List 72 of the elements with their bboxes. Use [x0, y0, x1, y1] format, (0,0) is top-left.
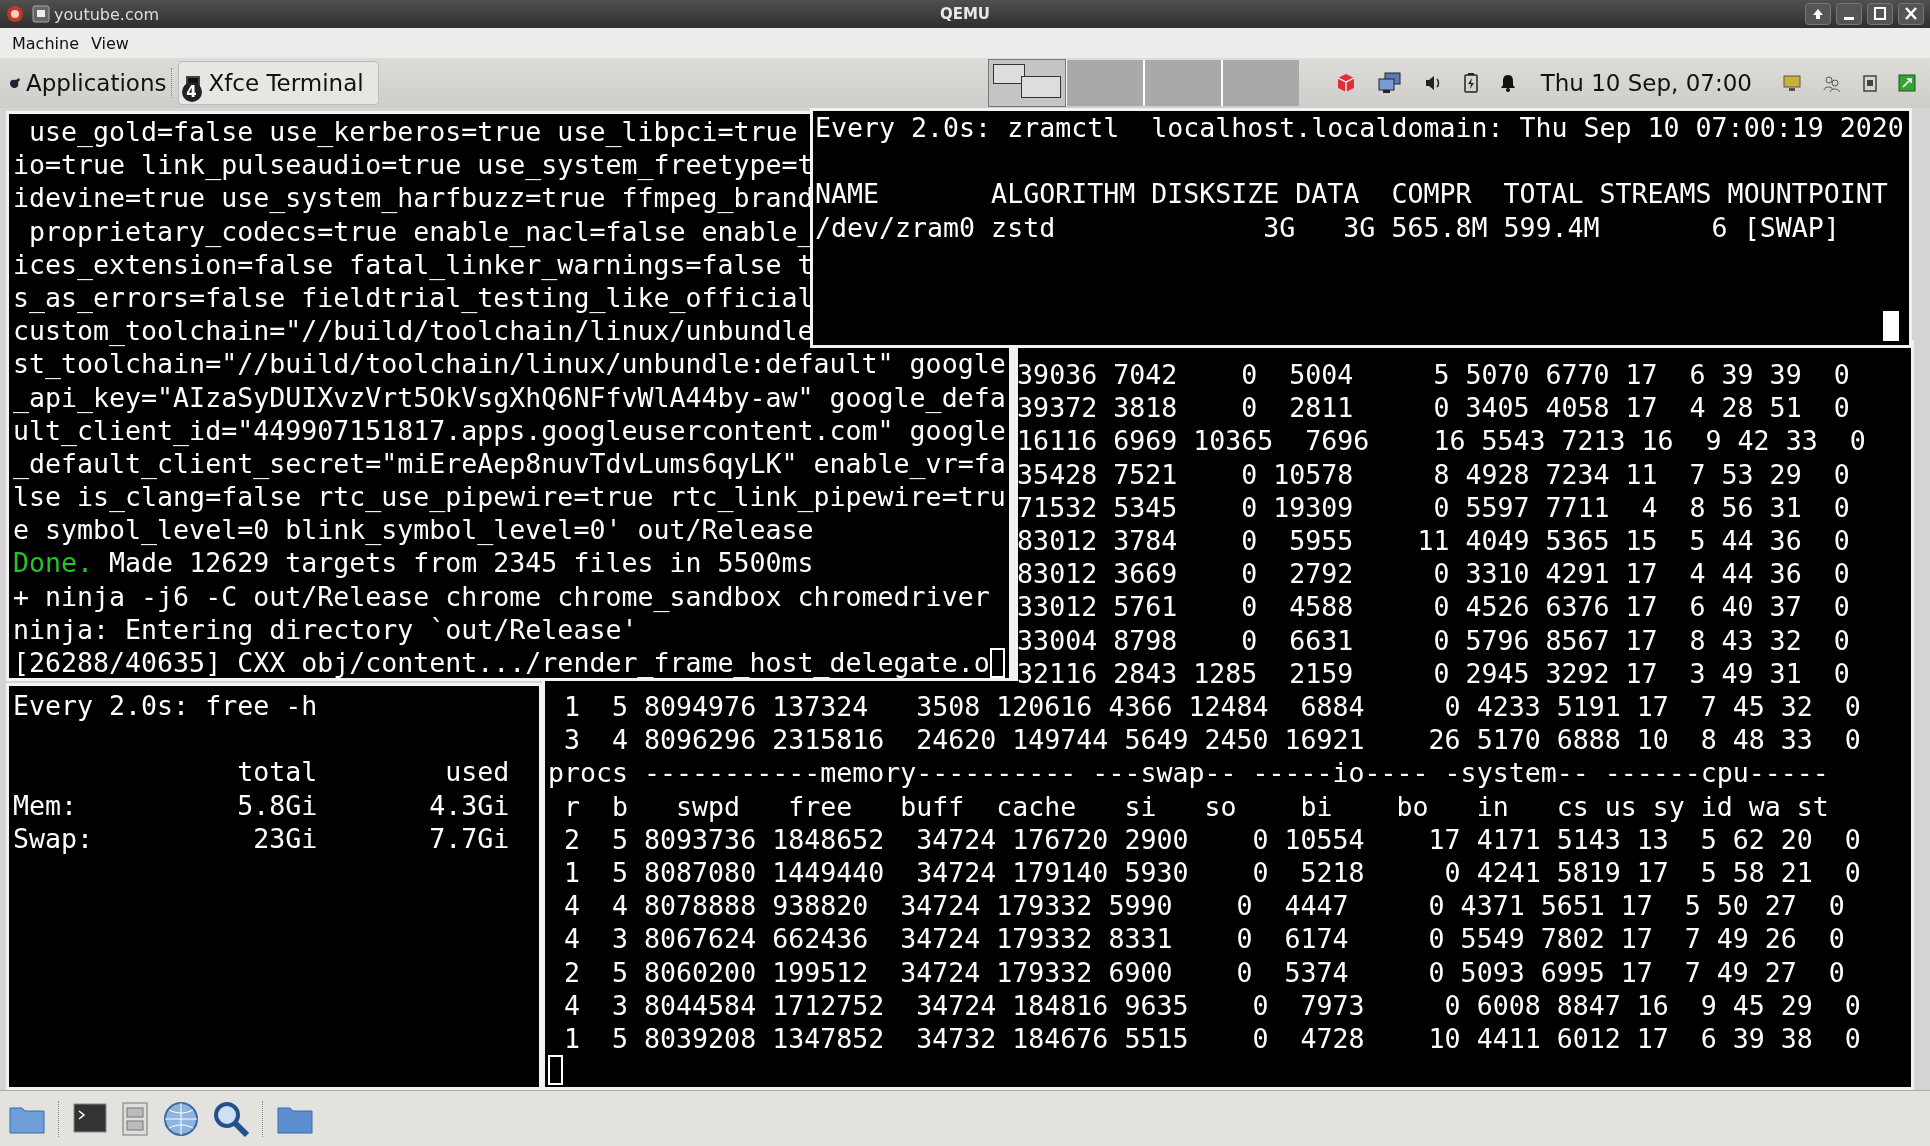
- taskbar-button[interactable]: 4 Xfce Terminal: [177, 61, 379, 105]
- network-icon[interactable]: [1376, 71, 1403, 95]
- external-link-icon[interactable]: [1898, 74, 1916, 92]
- terminal-line: 3 4 8096296 2315816 24620 149744 5649 2450 16921 26 5170 6888 10 8 48 33 0: [563, 723, 1861, 757]
- workspace-thumbnail[interactable]: [988, 60, 1065, 106]
- terminal-line: ult_client_id="449907151817.apps.googleusercontent.com" google: [13, 413, 1006, 447]
- terminal-line: 83012 3784 0 5955 11 4049 5365 15 5 44 36 0: [1017, 524, 1850, 558]
- clipboard-icon[interactable]: [1862, 73, 1878, 93]
- terminal-line: NAME ALGORITHM DISKSIZE DATA COMPR TOTAL STREAMS MOUNTPOINT: [815, 177, 1888, 211]
- terminal-line: 2 5 8060200 199512 34724 179332 6900 0 5374 0 5093 6995 17 7 49 27 0: [563, 955, 1845, 989]
- terminal-line: Done. Made 12629 targets from 2345 files in 5500ms: [13, 546, 814, 580]
- terminal-line: io=true link_pulseaudio=true use_system_freetype=t: [13, 148, 814, 182]
- terminal-line: 33012 5761 0 4588 0 4526 6376 17 6 40 37 0: [1017, 590, 1850, 624]
- terminal-line: st_toolchain="//build/toolchain/linux/unbundle:default" google: [13, 347, 1006, 381]
- terminal-line: 39372 3818 0 2811 0 3405 4058 17 4 28 51 0: [1017, 391, 1850, 425]
- terminal-line: Mem: 5.8Gi 4.3Gi: [13, 788, 510, 822]
- minimize-button[interactable]: [1836, 3, 1862, 25]
- workspace-thumbnail[interactable]: [1222, 60, 1299, 106]
- terminal-line: r b swpd free buff cache si so bi bo in cs us sy id wa st: [563, 789, 1829, 823]
- window-url: youtube.com: [54, 4, 160, 24]
- terminal-line: use_gold=false use_kerberos=true use_libpci=true: [28, 115, 798, 149]
- terminal-line: 4 3 8044584 1712752 34724 184816 9635 0 7973 0 6008 8847 16 9 45 29 0: [563, 988, 1861, 1023]
- applications-menu[interactable]: Applications: [26, 70, 167, 96]
- menu-item[interactable]: View: [91, 33, 129, 53]
- terminal-line: 4 4 8078888 938820 34724 179332 5990 0 4447 0 4371 5651 17 5 50 27 0: [563, 889, 1845, 923]
- app-logo-icon: [6, 5, 24, 23]
- terminal-line: 2 5 8093736 1848652 34724 176720 2900 0 10554 17 4171 5143 13 5 62 20 0: [563, 822, 1861, 857]
- terminal-line: 16116 6969 10365 7696 16 5543 7213 16 9 42 33 0: [1017, 424, 1866, 458]
- terminal-line: ninja: Entering directory `out/Release': [13, 612, 638, 646]
- terminal-line: Every 2.0s: zramctl localhost.localdomain: Thu Sep 10 07:00:19 2020: [815, 111, 1904, 145]
- terminal-icon[interactable]: [72, 1101, 108, 1136]
- terminal-line: total used: [236, 755, 510, 789]
- maximize-button[interactable]: [1867, 3, 1893, 25]
- terminal-line: _default_client_secret="miEreAep8nuvTdvLums6qyLK" enable_vr=fa: [13, 446, 1006, 481]
- battery-icon[interactable]: [1462, 72, 1479, 94]
- menu-item[interactable]: Machine: [12, 33, 79, 53]
- search-icon[interactable]: [212, 1099, 250, 1138]
- shade-button[interactable]: [1805, 3, 1831, 25]
- close-button[interactable]: [1898, 3, 1924, 25]
- terminal-line: 1 5 8039208 1347852 34732 184676 5515 0 4728 10 4411 6012 17 6 39 38 0: [563, 1022, 1861, 1056]
- terminal-line: procs -----------memory---------- ---swap-- -----io---- -system-- ------cpu-----: [548, 756, 1829, 790]
- terminal-line: e symbol_level=0 blink_symbol_level=0' out/Release: [13, 513, 814, 547]
- terminal-line: Every 2.0s: free -h: [13, 689, 318, 723]
- terminal-line: 33004 8798 0 6631 0 5796 8567 17 8 43 32 0: [1017, 623, 1850, 657]
- terminal-line: 1 5 8094976 137324 3508 120616 4366 12484 6884 0 4233 5191 17 7 45 32 0: [563, 690, 1861, 724]
- bell-icon[interactable]: [1498, 73, 1517, 93]
- window-count-badge: 4: [181, 82, 202, 102]
- window-menu-icon[interactable]: [32, 5, 50, 23]
- terminal-line: /dev/zram0 zstd 3G 3G 565.8M 599.4M 6 [SWAP]: [815, 210, 1840, 244]
- terminal-line: lse is_clang=false rtc_use_pipewire=true rtc_link_pipewire=tru: [13, 480, 1006, 514]
- terminal-line: proprietary_codecs=true enable_nacl=false enable_: [28, 214, 814, 248]
- terminal-line: 4 3 8067624 662436 34724 179332 8331 0 6174 0 5549 7802 17 7 49 26 0: [563, 922, 1845, 956]
- terminal-line: s_as_errors=false fieldtrial_testing_like_official: [13, 280, 814, 315]
- window-title: QEMU: [939, 5, 991, 23]
- clock[interactable]: Thu 10 Sep, 07:00: [1540, 70, 1752, 96]
- terminal-line: [26288/40635] CXX obj/content.../render_frame_host_delegate.o: [13, 646, 990, 678]
- terminal-line: 71532 5345 0 19309 0 5597 7711 4 8 56 31 0: [1017, 490, 1850, 524]
- terminal-line: 32116 2843 1285 2159 0 2945 3292 17 3 49 31 0: [1017, 656, 1850, 691]
- globe-icon[interactable]: [162, 1099, 200, 1138]
- terminal-line: idevine=true use_system_harfbuzz=true ffmpeg_brand: [13, 181, 814, 215]
- terminal-line: custom_toolchain="//build/toolchain/linux/unbundle: [13, 314, 814, 348]
- terminal-line: 1 5 8087080 1449440 34724 179140 5930 0 5218 0 4241 5819 17 5 58 21 0: [563, 856, 1861, 890]
- workspace-thumbnail[interactable]: [1144, 60, 1221, 106]
- monitor-icon[interactable]: [1782, 73, 1802, 93]
- terminal-line: 35428 7521 0 10578 8 4928 7234 11 7 53 29 0: [1017, 457, 1850, 491]
- terminal-line: + ninja -j6 -C out/Release chrome chrome_sandbox chromedriver: [13, 579, 990, 613]
- terminal-line: 83012 3669 0 2792 0 3310 4291 17 4 44 36 0: [1017, 557, 1850, 591]
- terminal-line: 39036 7042 0 5004 5 5070 6770 17 6 39 39 0: [1017, 358, 1850, 392]
- terminal-line: Swap: 23Gi 7.7Gi: [13, 821, 510, 855]
- terminal-line: _api_key="AIzaSyDUIXvzVrt5OkVsgXhQ6NFfvWlA44by-aw" google_defa: [13, 380, 1006, 414]
- people-icon[interactable]: [1822, 73, 1842, 93]
- workspace-thumbnail[interactable]: [1066, 60, 1143, 106]
